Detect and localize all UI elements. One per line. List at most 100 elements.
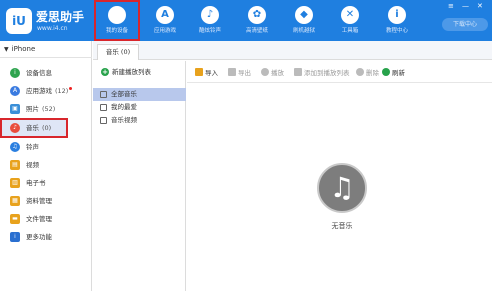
logo-badge: iU [6,8,32,34]
sidebar-item-ringtones[interactable]: ♫ 铃声 [0,139,92,155]
apps-icon: A [10,86,20,96]
playlist-item-music-videos[interactable]: 音乐视频 [93,114,186,127]
nav-label: 工具箱 [341,28,359,34]
tab-bar: 音乐 (0) [93,41,492,60]
nav-label: 酷炫铃声 [198,28,221,34]
tool-label: 导出 [238,69,251,77]
export-button[interactable]: 导出 [228,67,251,77]
sidebar-item-apps[interactable]: A 应用游戏 (12) [0,83,92,99]
sidebar: ▼ iPhone i 设备信息 A 应用游戏 (12) ▣ 照片 (52) ♪ 音乐(… [0,41,92,291]
plus-icon: + [101,68,109,76]
sidebar-item-label: 视频 [26,161,39,169]
nav-label: 刷机越狱 [292,28,315,34]
nav-apps-games[interactable]: A 应用游戏 [144,2,186,39]
sidebar-item-count: (52) [42,105,56,113]
nav-ringtones[interactable]: ♪ 酷炫铃声 [189,2,231,39]
wallpaper-icon: ✿ [248,6,266,24]
tool-label: 刷新 [392,69,405,77]
sidebar-item-label: 资料管理 [26,197,52,205]
music-list-icon [100,91,107,98]
playlist-item-all-music[interactable]: 全部音乐 [93,88,186,101]
close-icon[interactable]: ✕ [477,2,483,10]
tool-label: 播放 [271,69,284,77]
export-icon [228,68,236,76]
sidebar-item-device-info[interactable]: i 设备信息 [0,65,92,81]
data-icon: ▦ [10,196,20,206]
nav-flash-jailbreak[interactable]: ◆ 刷机越狱 [283,2,325,39]
playlist-label: 音乐视频 [111,116,137,124]
delete-icon [356,68,364,76]
sidebar-item-photos[interactable]: ▣ 照片 (52) [0,101,92,117]
import-button[interactable]: 导入 [195,67,218,77]
sidebar-item-label: 音乐 [26,124,39,132]
top-bar: iU 爱思助手 www.i4.cn 我的设备 A 应用游戏 ♪ 酷炫铃声 ✿ 高… [0,0,492,41]
delete-button[interactable]: 删除 [356,67,379,77]
nav-toolbox[interactable]: ✕ 工具箱 [329,2,371,39]
app-store-icon: A [156,6,174,24]
device-header[interactable]: ▼ iPhone [0,41,92,58]
nav-wallpapers[interactable]: ✿ 高清壁纸 [236,2,278,39]
sidebar-item-label: 更多功能 [26,233,52,241]
sidebar-item-videos[interactable]: ▤ 视频 [0,157,92,173]
sidebar-item-more[interactable]: ⁞ 更多功能 [0,229,92,245]
app-name: 爱思助手 [36,10,85,24]
sidebar-item-label: 电子书 [26,179,46,187]
playlist-label: 我的最爱 [111,103,137,111]
playlist-pane: + 新建播放列表 全部音乐 我的最爱 音乐视频 [93,61,186,291]
nav-label: 我的设备 [105,28,128,34]
notification-dot [69,87,72,90]
sidebar-item-label: 文件管理 [26,215,52,223]
bell-icon: ♪ [201,6,219,24]
more-icon: ⁞ [10,232,20,242]
empty-state-text: 无音乐 [331,222,353,230]
play-icon [261,68,269,76]
new-playlist-label: 新建播放列表 [112,68,151,76]
download-center-button[interactable]: 下载中心 [442,18,488,31]
caret-down-icon: ▼ [4,46,9,53]
playlist-label: 全部音乐 [111,90,137,98]
play-button[interactable]: 播放 [261,67,284,77]
sidebar-item-label: 应用游戏 [26,87,52,95]
new-playlist-button[interactable]: + 新建播放列表 [101,66,151,76]
sidebar-item-count: (12) [55,87,69,95]
sidebar-item-label: 设备信息 [26,69,52,77]
tool-label: 删除 [366,69,379,77]
music-icon: ♪ [10,123,20,133]
sidebar-item-label: 铃声 [26,143,39,151]
main-content: 音乐 (0) + 新建播放列表 全部音乐 我的最爱 音乐视频 导入 导出 播放 添… [93,41,492,291]
refresh-icon [382,68,390,76]
menu-icon[interactable]: ≡ [448,2,454,10]
info-icon: i [388,6,406,24]
nav-label: 高清壁纸 [245,28,268,34]
minimize-icon[interactable]: — [462,2,469,10]
music-list-icon [100,104,107,111]
folder-icon: ▬ [10,214,20,224]
dropbox-icon: ◆ [295,6,313,24]
tab-music[interactable]: 音乐 (0) [97,44,139,60]
import-icon [195,68,203,76]
nav-label: 教程中心 [385,28,408,34]
bell-icon: ♫ [10,142,20,152]
tool-label: 导入 [205,69,218,77]
playlist-item-favorites[interactable]: 我的最爱 [93,101,186,114]
sidebar-item-ebooks[interactable]: ▥ 电子书 [0,175,92,191]
device-name: iPhone [11,45,36,53]
sidebar-item-music[interactable]: ♪ 音乐 (0) [0,118,68,138]
video-icon: ▤ [10,160,20,170]
music-list-icon [100,117,107,124]
ebook-icon: ▥ [10,178,20,188]
sidebar-item-file-management[interactable]: ▬ 文件管理 [0,211,92,227]
apple-icon [108,6,126,24]
app-logo: iU 爱思助手 www.i4.cn [6,6,86,36]
add-to-playlist-button[interactable]: 添加到播放列表 [294,67,350,77]
music-note-icon: ♫ [317,163,367,213]
refresh-button[interactable]: 刷新 [382,67,405,77]
nav-my-device[interactable]: 我的设备 [94,0,140,41]
sidebar-item-data-management[interactable]: ▦ 资料管理 [0,193,92,209]
add-to-playlist-icon [294,68,302,76]
window-controls: ≡ — ✕ [448,2,488,10]
tool-label: 添加到播放列表 [304,69,350,77]
info-icon: i [10,68,20,78]
nav-tutorials[interactable]: i 教程中心 [376,2,418,39]
sidebar-item-count: (0) [42,124,52,132]
